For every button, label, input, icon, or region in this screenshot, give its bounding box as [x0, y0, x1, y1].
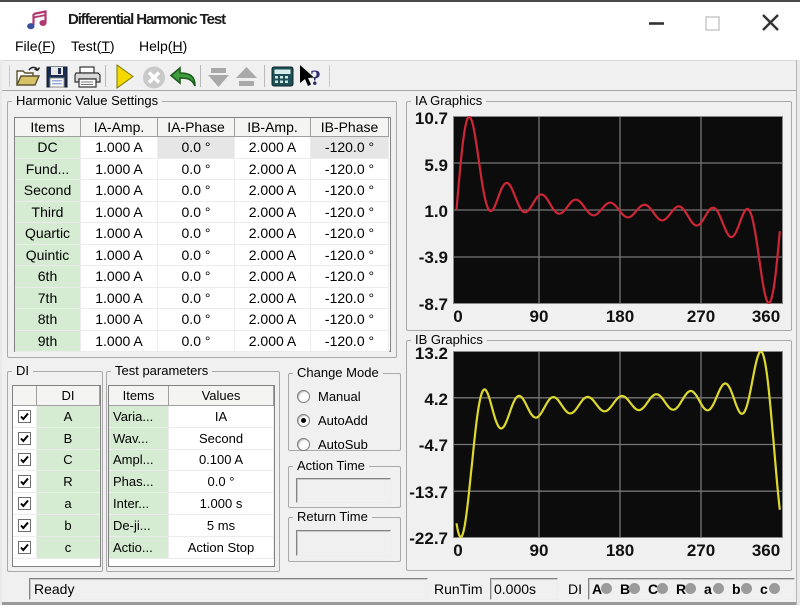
svg-text:?: ?	[310, 65, 321, 90]
